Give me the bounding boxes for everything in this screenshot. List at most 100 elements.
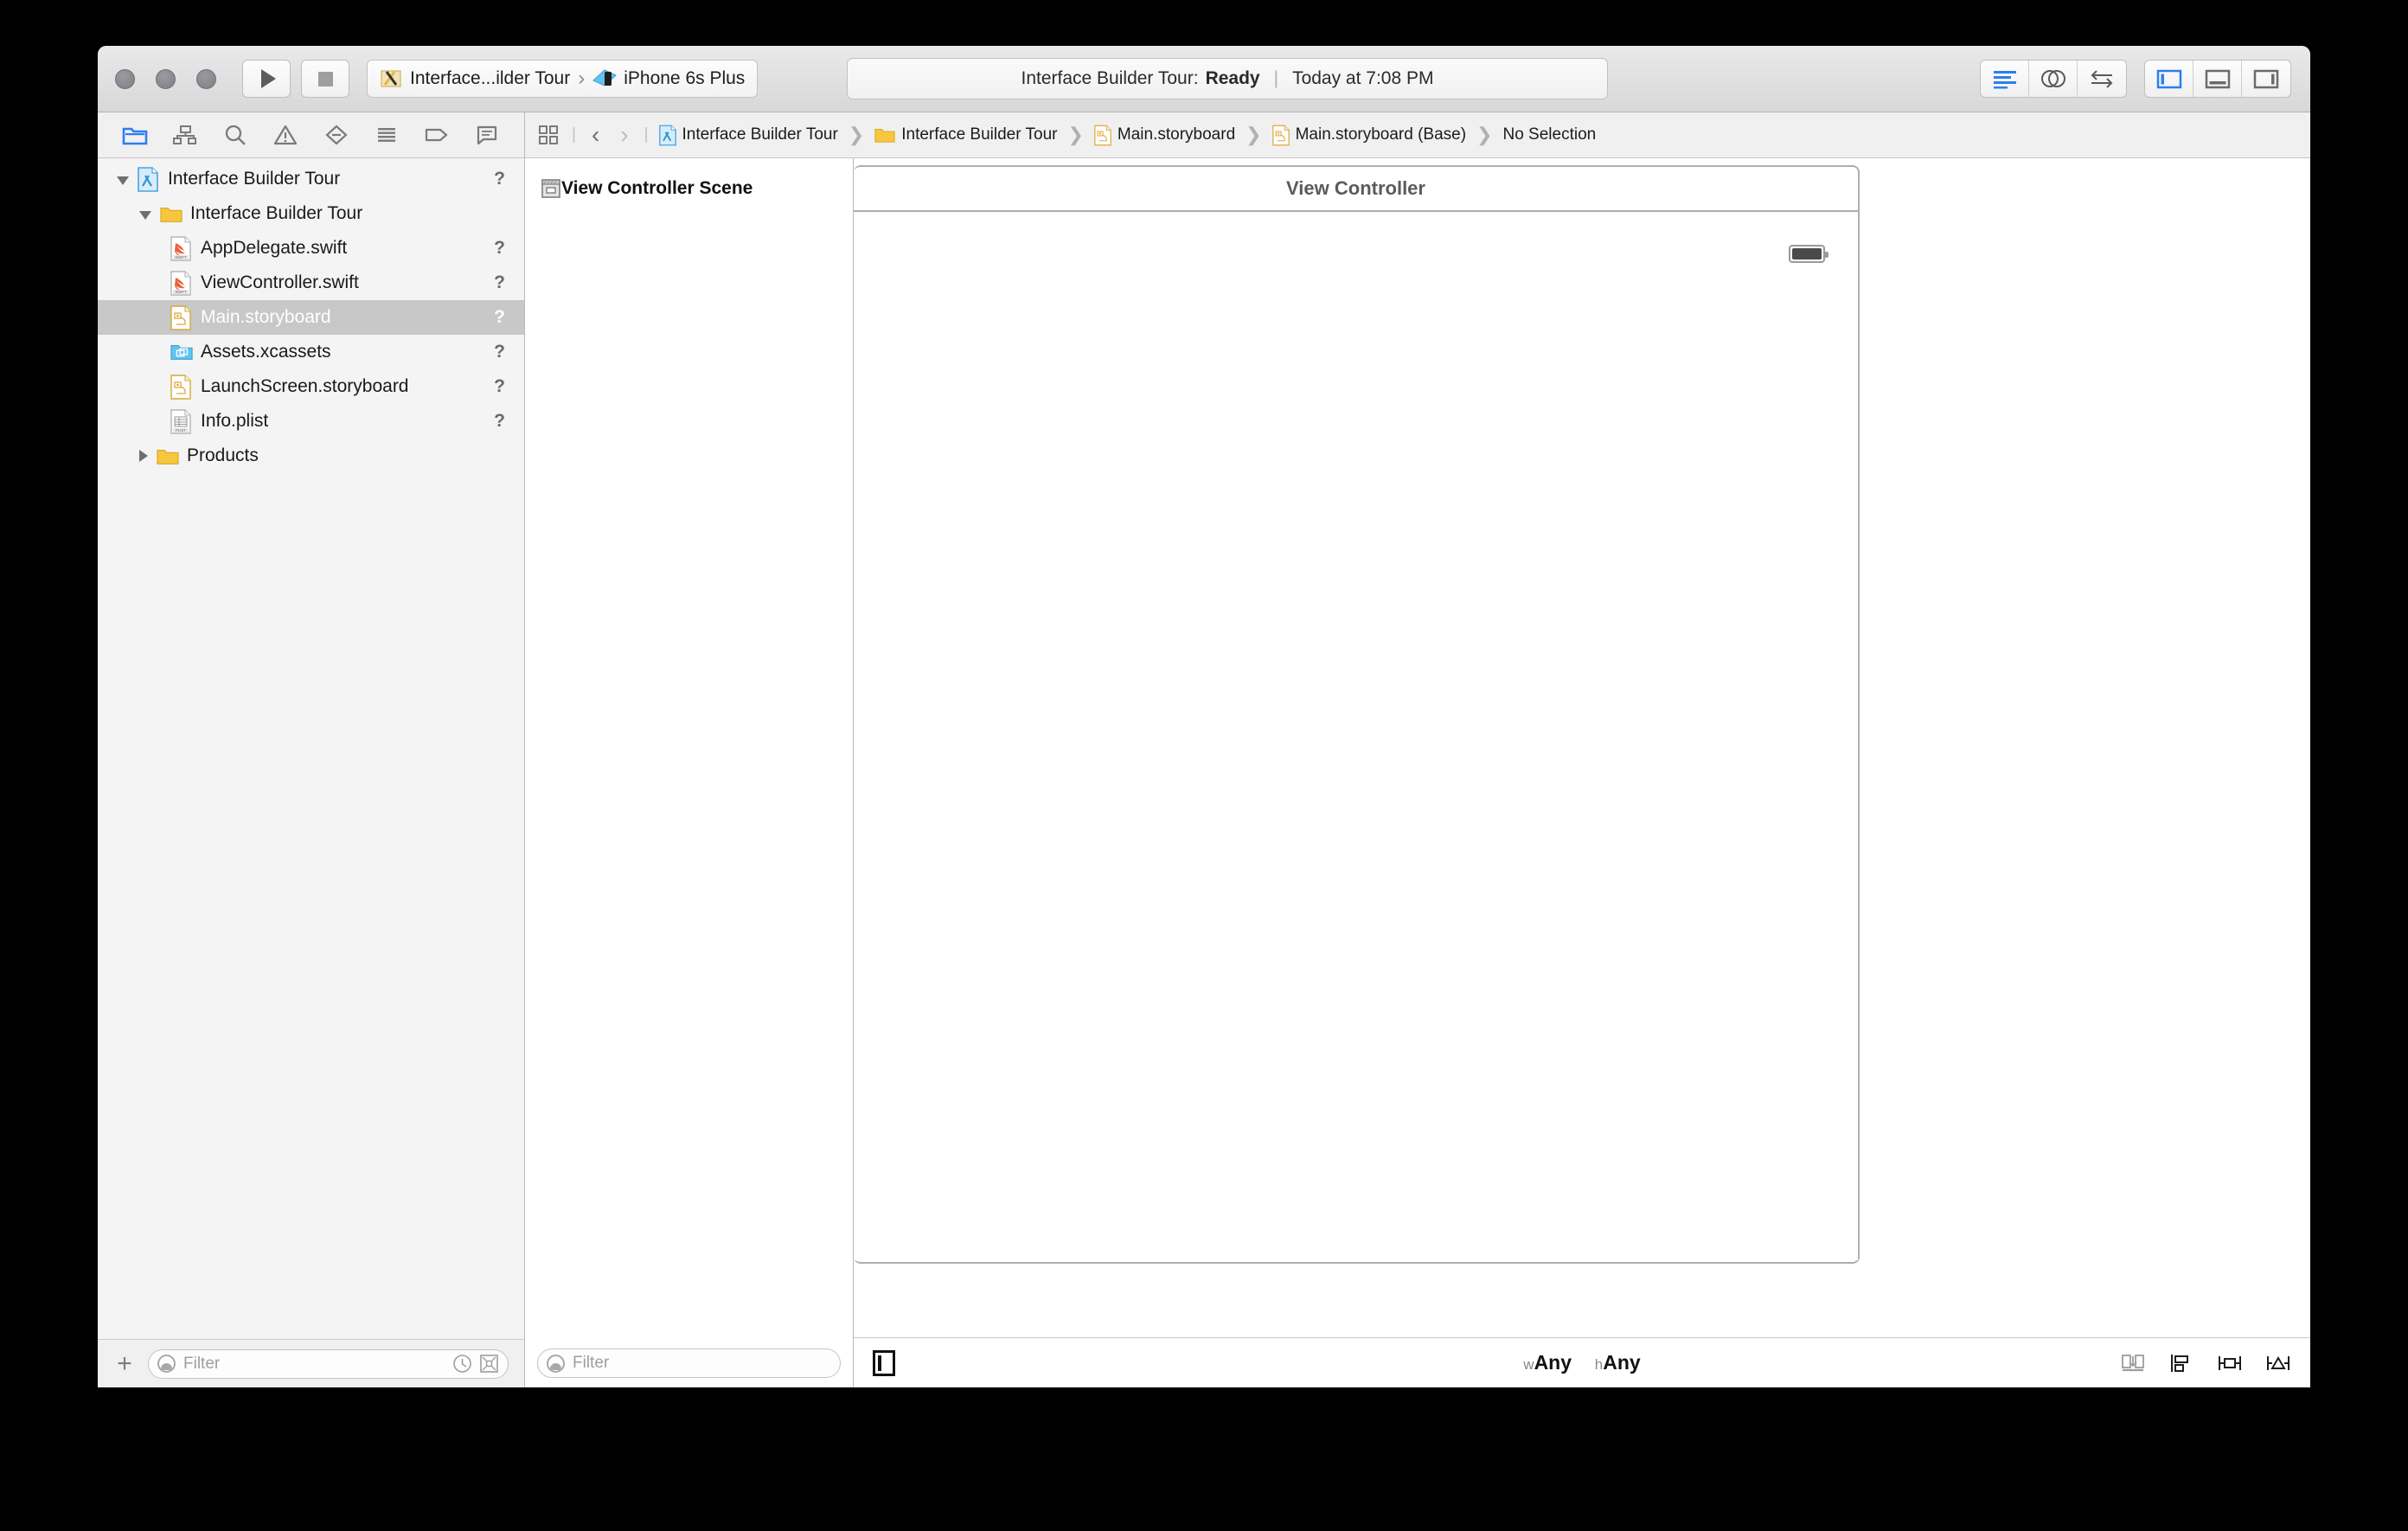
navigator-filter-field[interactable]: Filter [148, 1348, 509, 1379]
xcassets-icon [170, 339, 193, 365]
interface-builder-canvas-area: View Controller wAny hAny [854, 158, 2310, 1387]
outline-row-scene[interactable]: View Controller Scene [525, 172, 853, 205]
project-navigator-tree[interactable]: Interface Builder Tour ? Interface Build… [98, 158, 524, 1339]
canvas-bottom-bar: wAny hAny [854, 1337, 2310, 1387]
recent-clock-icon[interactable] [452, 1354, 472, 1374]
disclosure-triangle-icon[interactable] [117, 176, 129, 185]
tree-row-project[interactable]: Interface Builder Tour ? [98, 162, 524, 196]
breadcrumb-item-storyboard-base[interactable]: Main.storyboard (Base) [1271, 125, 1466, 146]
assistant-editor-button[interactable] [2029, 61, 2078, 97]
stop-button[interactable] [301, 60, 349, 98]
battery-icon [1789, 245, 1828, 263]
breadcrumb-label: Interface Builder Tour [901, 125, 1058, 144]
run-button[interactable] [242, 60, 291, 98]
toggle-utilities-button[interactable] [2242, 61, 2290, 97]
right-panel-icon [2253, 69, 2279, 89]
jump-bar-back-button[interactable]: ‹ [586, 121, 605, 149]
jump-bar-forward-button[interactable]: › [615, 121, 633, 149]
view-toggle-segment [2144, 60, 2291, 98]
tree-row-file[interactable]: LaunchScreen.storyboard ? [98, 369, 524, 404]
document-outline-toggle-button[interactable] [873, 1349, 895, 1376]
xcode-project-icon [381, 70, 401, 87]
search-icon [226, 125, 247, 145]
navigator-tab-bar [98, 112, 524, 158]
tree-row-file-selected[interactable]: Main.storyboard ? [98, 300, 524, 335]
view-controller-scene[interactable]: View Controller [854, 165, 1860, 1264]
source-control-navigator-tab[interactable] [170, 120, 200, 150]
breadcrumb-item-group[interactable]: Interface Builder Tour [874, 125, 1057, 144]
add-file-button[interactable]: + [113, 1350, 136, 1377]
related-items-icon[interactable] [537, 124, 561, 146]
tree-row-products[interactable]: Products [98, 439, 524, 473]
navigator-area: Interface Builder Tour ? Interface Build… [98, 112, 525, 1387]
breadcrumb-item-storyboard[interactable]: Main.storyboard [1094, 125, 1235, 146]
autolayout-toolbar [2120, 1352, 2291, 1374]
xcode-window: Interface...ilder Tour › iPhone 6s Plus … [98, 46, 2310, 1387]
version-editor-button[interactable] [2078, 61, 2126, 97]
navigator-filter-placeholder: Filter [183, 1354, 221, 1373]
folder-yellow-icon [160, 201, 183, 227]
speech-icon [477, 125, 497, 145]
tree-row-file[interactable]: SWIFT ViewController.swift ? [98, 266, 524, 300]
tree-row-file[interactable]: Assets.xcassets ? [98, 335, 524, 369]
update-frames-icon[interactable] [2120, 1352, 2146, 1374]
jump-bar: | ‹ › | Interface Builder Tour ❯ Interfa… [525, 112, 2310, 158]
size-class-w-value: Any [1534, 1351, 1572, 1374]
document-outline-tree[interactable]: View Controller Scene [525, 158, 853, 1339]
size-class-indicator[interactable]: wAny hAny [854, 1351, 2310, 1374]
close-button[interactable] [115, 68, 135, 89]
disclosure-triangle-icon[interactable] [139, 450, 148, 462]
debug-navigator-tab[interactable] [372, 120, 401, 150]
size-class-w-prefix: w [1523, 1356, 1534, 1373]
tree-row-label: Main.storyboard [201, 307, 331, 327]
disclosure-triangle-icon[interactable] [139, 210, 151, 220]
zoom-button[interactable] [196, 68, 216, 89]
plist-file-icon: PLIST [170, 408, 193, 434]
standard-editor-button[interactable] [1981, 61, 2029, 97]
test-navigator-tab[interactable] [322, 120, 351, 150]
minimize-button[interactable] [156, 68, 176, 89]
folder-yellow-icon [874, 129, 895, 143]
scheme-selector[interactable]: Interface...ilder Tour › iPhone 6s Plus [367, 60, 759, 98]
scheme-project-label: Interface...ilder Tour [410, 68, 571, 88]
toggle-debug-area-button[interactable] [2193, 61, 2242, 97]
outline-filter-bar: Filter [525, 1339, 853, 1387]
tree-row-file[interactable]: PLIST Info.plist ? [98, 404, 524, 439]
venn-icon [2040, 70, 2065, 87]
tree-row-label: ViewController.swift [201, 272, 359, 292]
bottom-panel-icon [2205, 69, 2230, 89]
pin-icon[interactable] [2217, 1352, 2243, 1374]
align-icon[interactable] [2168, 1352, 2194, 1374]
svg-text:PLIST: PLIST [176, 428, 186, 432]
play-icon [260, 69, 276, 88]
filter-icon [547, 1354, 565, 1373]
report-navigator-tab[interactable] [472, 120, 502, 150]
filter-icon [157, 1355, 176, 1373]
tree-row-label: Interface Builder Tour [190, 203, 363, 223]
folder-yellow-icon [157, 443, 179, 469]
breadcrumb-item-project[interactable]: Interface Builder Tour [658, 125, 838, 146]
symbol-navigator-tab[interactable] [221, 120, 250, 150]
tree-row-label: Info.plist [201, 411, 269, 431]
tree-row-file[interactable]: SWIFT AppDelegate.swift ? [98, 231, 524, 266]
interface-builder-canvas[interactable]: View Controller [854, 158, 2310, 1337]
breakpoint-navigator-tab[interactable] [422, 120, 452, 150]
tree-row-label: AppDelegate.swift [201, 238, 348, 258]
status-state: Ready [1205, 68, 1260, 88]
scene-view[interactable] [854, 212, 1858, 1260]
toggle-navigator-button[interactable] [2145, 61, 2193, 97]
svg-text:SWIFT: SWIFT [175, 290, 187, 294]
project-navigator-tab[interactable] [120, 120, 150, 150]
outline-filter-field[interactable]: Filter [537, 1348, 841, 1378]
tree-row-group[interactable]: Interface Builder Tour [98, 196, 524, 231]
document-outline-panel: View Controller Scene Filter [525, 158, 854, 1387]
status-badge: ? [494, 342, 505, 362]
issue-navigator-tab[interactable] [271, 120, 300, 150]
status-badge: ? [494, 376, 505, 396]
breadcrumb-item-selection[interactable]: No Selection [1502, 125, 1596, 144]
tree-row-label: Assets.xcassets [201, 342, 331, 362]
source-control-icon[interactable] [479, 1354, 499, 1374]
resolve-icon[interactable] [2265, 1352, 2291, 1374]
breadcrumb-separator-icon: ❯ [848, 124, 865, 145]
breadcrumb-separator-icon: ❯ [1246, 124, 1262, 145]
